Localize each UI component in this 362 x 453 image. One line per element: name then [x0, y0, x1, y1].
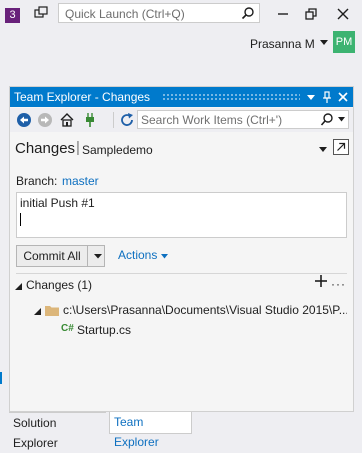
tab-team-explorer[interactable]: Team Explorer: [109, 412, 192, 449]
close-icon[interactable]: [335, 6, 351, 22]
chevron-down-icon[interactable]: [320, 40, 328, 46]
page-menu-dropdown-icon[interactable]: [319, 147, 327, 153]
navigate-icon[interactable]: [333, 139, 349, 155]
avatar[interactable]: PM: [333, 31, 355, 53]
home-icon[interactable]: [59, 112, 75, 128]
chevron-down-icon[interactable]: [94, 254, 102, 259]
back-icon[interactable]: [16, 112, 32, 128]
quick-launch-placeholder: Quick Launch (Ctrl+Q): [65, 7, 185, 21]
commit-all-label[interactable]: Commit All: [17, 246, 88, 266]
search-icon[interactable]: [320, 112, 334, 127]
forward-icon[interactable]: [37, 112, 53, 128]
changes-header: Changes | Sampledemo: [10, 135, 353, 163]
connect-icon[interactable]: [82, 112, 98, 128]
minimize-icon[interactable]: [275, 6, 291, 22]
file-list-item[interactable]: Startup.cs: [77, 323, 131, 337]
team-explorer-panel: Team Explorer - Changes Search Work Item…: [9, 86, 354, 412]
changes-section-header[interactable]: Changes (1): [26, 278, 92, 292]
user-name[interactable]: Prasanna M: [250, 37, 315, 51]
toolbar-separator: [113, 112, 114, 128]
tab-solution-explorer[interactable]: Solution Explorer: [9, 412, 106, 450]
search-work-items-box[interactable]: [137, 110, 349, 129]
branch-label: Branch:: [16, 174, 58, 188]
csharp-file-icon: C#: [61, 323, 74, 334]
search-icon[interactable]: [241, 6, 255, 20]
collapse-arrow-icon[interactable]: [34, 308, 41, 315]
quick-launch-box[interactable]: Quick Launch (Ctrl+Q): [58, 3, 260, 23]
search-work-items-input[interactable]: [141, 112, 316, 127]
panel-title-bar[interactable]: Team Explorer - Changes: [10, 87, 353, 107]
panel-grip: [162, 93, 300, 101]
panel-menu-icon[interactable]: [304, 89, 318, 105]
collapse-arrow-icon[interactable]: [15, 283, 22, 290]
chevron-down-icon[interactable]: [161, 254, 168, 259]
text-caret: [20, 213, 21, 226]
repository-name: Sampledemo: [82, 143, 153, 157]
commit-message-box[interactable]: initial Push #1: [16, 192, 347, 238]
page-title: Changes: [15, 140, 76, 157]
editor-margin-mark: [0, 372, 2, 384]
title-bar: 3 Quick Launch (Ctrl+Q): [0, 0, 362, 30]
folder-path[interactable]: c:\Users\Prasanna\Documents\Visual Studi…: [63, 303, 347, 317]
panel-title: Team Explorer - Changes: [14, 90, 151, 104]
more-options-icon[interactable]: ···: [331, 277, 346, 291]
feedback-icon[interactable]: [34, 6, 48, 20]
plus-icon[interactable]: [315, 275, 327, 287]
commit-all-button[interactable]: Commit All: [16, 245, 105, 267]
panel-toolbar: [10, 108, 353, 132]
commit-message-text: initial Push #1: [20, 196, 95, 210]
section-divider: [16, 273, 347, 274]
chevron-down-icon[interactable]: [338, 117, 345, 122]
notification-badge[interactable]: 3: [5, 8, 20, 23]
refresh-icon[interactable]: [119, 112, 135, 128]
restore-icon[interactable]: [303, 6, 319, 22]
panel-close-icon[interactable]: [336, 89, 350, 105]
folder-icon: [45, 306, 59, 316]
pin-icon[interactable]: [320, 89, 334, 105]
actions-menu-link[interactable]: Actions: [118, 248, 157, 262]
title-separator: |: [76, 139, 80, 156]
branch-link[interactable]: master: [62, 174, 99, 188]
